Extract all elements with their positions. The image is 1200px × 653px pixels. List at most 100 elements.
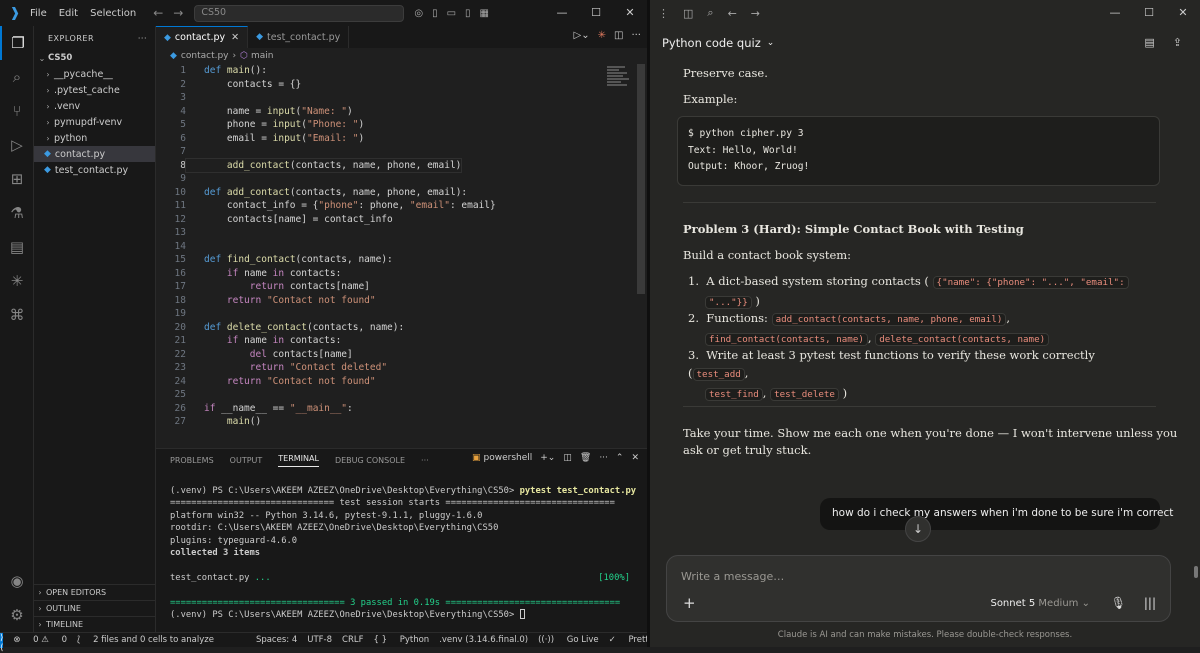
maximize-icon[interactable]: ☐ [1132,0,1166,26]
chevron-down-icon: ⌄ [1081,598,1090,609]
copilot-icon[interactable]: ◎ [414,8,423,19]
code-text: contacts[name] = contact_info [204,213,393,225]
tree-folder[interactable]: › .venv [34,98,155,114]
microphone-icon[interactable]: 🎙 [1111,596,1126,610]
problems-status[interactable]: ⊗ 0 ⚠ 0 [13,635,67,645]
outline-section[interactable]: › OUTLINE [34,600,156,616]
more-icon[interactable]: ··· [631,30,641,41]
terminal-shell-selector[interactable]: ▣ powershell [472,453,532,463]
message-input[interactable]: Write a message… [681,570,784,583]
line-number: 26 [174,402,186,414]
minimap[interactable] [607,66,633,96]
search-icon[interactable]: ⌕ [0,60,34,94]
language-status[interactable]: { } Python [374,635,430,645]
folder-root[interactable]: ⌄ CS50 [34,50,155,66]
go-live-status[interactable]: ((·)) Go Live [538,635,599,645]
testing-icon[interactable]: ⚗ [0,196,34,230]
document-icon[interactable]: ▤ [1144,36,1154,49]
close-icon[interactable]: ✕ [613,0,647,26]
tab-problems[interactable]: PROBLEMS [170,456,214,465]
menu-icon[interactable]: ⋮ [658,7,669,20]
scroll-down-arrow-icon[interactable]: ↓ [905,516,931,542]
code-editor[interactable]: 1 def main(): 2 contacts = {} 3 4 name = in… [156,64,636,429]
settings-gear-icon[interactable]: ⚙ [0,598,34,632]
breadcrumb-symbol[interactable]: main [251,51,274,61]
minimize-icon[interactable]: — [1098,0,1132,26]
close-tab-icon[interactable]: ✕ [231,32,239,43]
open-editors-section[interactable]: › OPEN EDITORS [34,584,156,600]
tab-debug-console[interactable]: DEBUG CONSOLE [335,456,405,465]
forward-arrow-icon[interactable]: → [173,6,183,20]
indentation-status[interactable]: Spaces: 4 [256,635,297,645]
analyze-status[interactable]: ⟅ 2 files and 0 cells to analyze [77,635,214,645]
tab-test-contact-py[interactable]: ◆ test_contact.py [248,26,350,48]
menu-selection[interactable]: Selection [90,8,136,19]
tree-folder[interactable]: › __pycache__ [34,66,155,82]
model-selector[interactable]: Sonnet 5 Medium ⌄ [990,598,1090,609]
tree-file[interactable]: ◆ contact.py [34,146,155,162]
share-icon[interactable]: ⇪ [1173,36,1182,49]
tab-terminal[interactable]: TERMINAL [278,454,319,467]
minimize-icon[interactable]: — [545,0,579,26]
chevron-right-icon: › [46,101,50,111]
message-composer[interactable]: Write a message… + Sonnet 5 Medium ⌄ 🎙 |… [666,555,1171,622]
voice-mode-icon[interactable]: ||| [1144,596,1156,610]
close-icon[interactable]: ✕ [1166,0,1200,26]
layout-icon[interactable]: ▦ [480,8,489,19]
trash-icon[interactable]: 🗑 [580,453,591,463]
editor-scrollbar[interactable] [637,64,645,294]
explorer-icon[interactable]: ❐ [0,26,34,60]
python-file-icon: ◆ [170,51,177,61]
python-env-status[interactable]: .venv (3.14.6.final.0) [439,635,528,645]
search-icon[interactable]: ⌕ [707,6,713,20]
more-icon[interactable]: ··· [599,453,608,463]
code-line: 4 name = input("Name: ") [156,105,636,119]
python-icon[interactable]: ⌘ [0,298,34,332]
close-panel-icon[interactable]: ✕ [631,453,639,463]
tree-folder[interactable]: › pymupdf-venv [34,114,155,130]
tab-contact-py[interactable]: ◆ contact.py ✕ [156,26,249,48]
account-icon[interactable]: ◉ [0,564,34,598]
split-terminal-icon[interactable]: ◫ [563,453,572,463]
tree-file[interactable]: ◆ test_contact.py [34,162,155,178]
chevron-down-icon[interactable]: ⌄ [767,38,775,48]
more-actions-icon[interactable]: ··· [138,34,147,43]
tab-output[interactable]: OUTPUT [230,456,263,465]
menu-edit[interactable]: Edit [59,8,78,19]
remote-explorer-icon[interactable]: ▤ [0,230,34,264]
menu-file[interactable]: File [30,8,47,19]
encoding-status[interactable]: UTF-8 [307,635,332,645]
split-editor-icon[interactable]: ◫ [614,30,623,41]
back-arrow-icon[interactable]: ← [728,7,737,20]
terminal-output[interactable]: (.venv) PS C:\Users\AKEEM AZEEZ\OneDrive… [170,485,640,621]
extensions-icon[interactable]: ⊞ [0,162,34,196]
timeline-section[interactable]: › TIMELINE [34,616,156,632]
chat-scrollbar[interactable] [1194,60,1200,578]
new-terminal-icon[interactable]: +⌄ [540,453,555,463]
code-text: def add_contact(contacts, name, phone, e… [204,186,468,198]
source-control-icon[interactable]: ⑂ [0,94,34,128]
back-arrow-icon[interactable]: ← [153,6,163,20]
run-file-icon[interactable]: ▷⌄ [574,30,590,41]
panel-more[interactable]: ··· [421,456,429,465]
toggle-sidebar-icon[interactable]: ▯ [432,8,438,19]
line-number: 11 [174,200,186,211]
remote-indicator-icon[interactable]: ⟩⟨ [0,632,4,653]
toggle-secondary-sidebar-icon[interactable]: ▯ [465,8,471,19]
command-center-search[interactable]: CS50 [194,4,405,22]
claude-icon[interactable]: ✳ [598,30,606,41]
sidebar-toggle-icon[interactable]: ◫ [683,7,693,20]
ai-assistant-icon[interactable]: ✳ [0,264,34,298]
forward-arrow-icon[interactable]: → [751,7,760,20]
breadcrumb-file[interactable]: contact.py [181,51,229,61]
run-debug-icon[interactable]: ▷ [0,128,34,162]
code-line: 13 [156,226,636,240]
toggle-panel-icon[interactable]: ▭ [447,8,456,19]
add-attachment-icon[interactable]: + [683,594,696,612]
maximize-icon[interactable]: ☐ [579,0,613,26]
tree-folder[interactable]: › python [34,130,155,146]
maximize-panel-icon[interactable]: ⌃ [616,453,624,463]
eol-status[interactable]: CRLF [342,635,363,645]
conversation-title[interactable]: Python code quiz [662,36,761,50]
tree-folder[interactable]: › .pytest_cache [34,82,155,98]
